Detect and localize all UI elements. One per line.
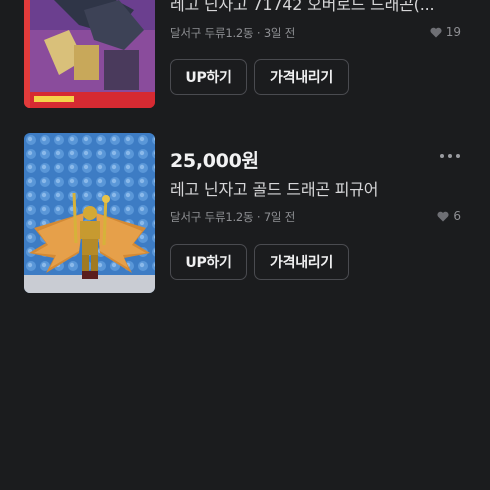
time-text: 3일 전 bbox=[263, 26, 296, 40]
heart-icon bbox=[430, 27, 442, 38]
meta-separator: · bbox=[253, 26, 264, 40]
price-down-button[interactable]: 가격내리기 bbox=[254, 59, 349, 95]
listing-item[interactable]: 25,000원 레고 닌자고 골드 드래곤 피규어 달서구 두류1.2동 · 7… bbox=[0, 120, 490, 310]
like-count: 6 bbox=[437, 209, 461, 223]
listing-meta: 달서구 두류1.2동 · 3일 전 bbox=[170, 25, 295, 41]
listing-title[interactable]: 레고 닌자고 71742 오버로드 드래곤(... bbox=[170, 0, 460, 15]
meta-separator: · bbox=[253, 210, 264, 224]
location-text: 달서구 두류1.2동 bbox=[170, 26, 254, 40]
heart-icon bbox=[437, 211, 449, 222]
up-button[interactable]: UP하기 bbox=[170, 59, 247, 95]
listing-title[interactable]: 레고 닌자고 골드 드래곤 피규어 bbox=[170, 176, 460, 200]
location-text: 달서구 두류1.2동 bbox=[170, 210, 254, 224]
like-count-text: 6 bbox=[453, 209, 461, 223]
like-count-text: 19 bbox=[445, 25, 461, 39]
gold-dragon-figure-image bbox=[24, 133, 155, 293]
listing-thumbnail[interactable] bbox=[24, 0, 155, 108]
like-count: 19 bbox=[430, 25, 461, 39]
up-button[interactable]: UP하기 bbox=[170, 244, 247, 280]
listing-price: 25,000원 bbox=[170, 150, 259, 172]
lego-box-image bbox=[24, 0, 155, 108]
listing-meta: 달서구 두류1.2동 · 7일 전 bbox=[170, 209, 295, 225]
more-options-icon[interactable] bbox=[440, 154, 460, 158]
time-text: 7일 전 bbox=[263, 210, 296, 224]
listing-thumbnail[interactable] bbox=[24, 133, 155, 293]
listing-item[interactable]: 레고 닌자고 71742 오버로드 드래곤(... 달서구 두류1.2동 · 3… bbox=[0, 0, 490, 120]
price-down-button[interactable]: 가격내리기 bbox=[254, 244, 349, 280]
